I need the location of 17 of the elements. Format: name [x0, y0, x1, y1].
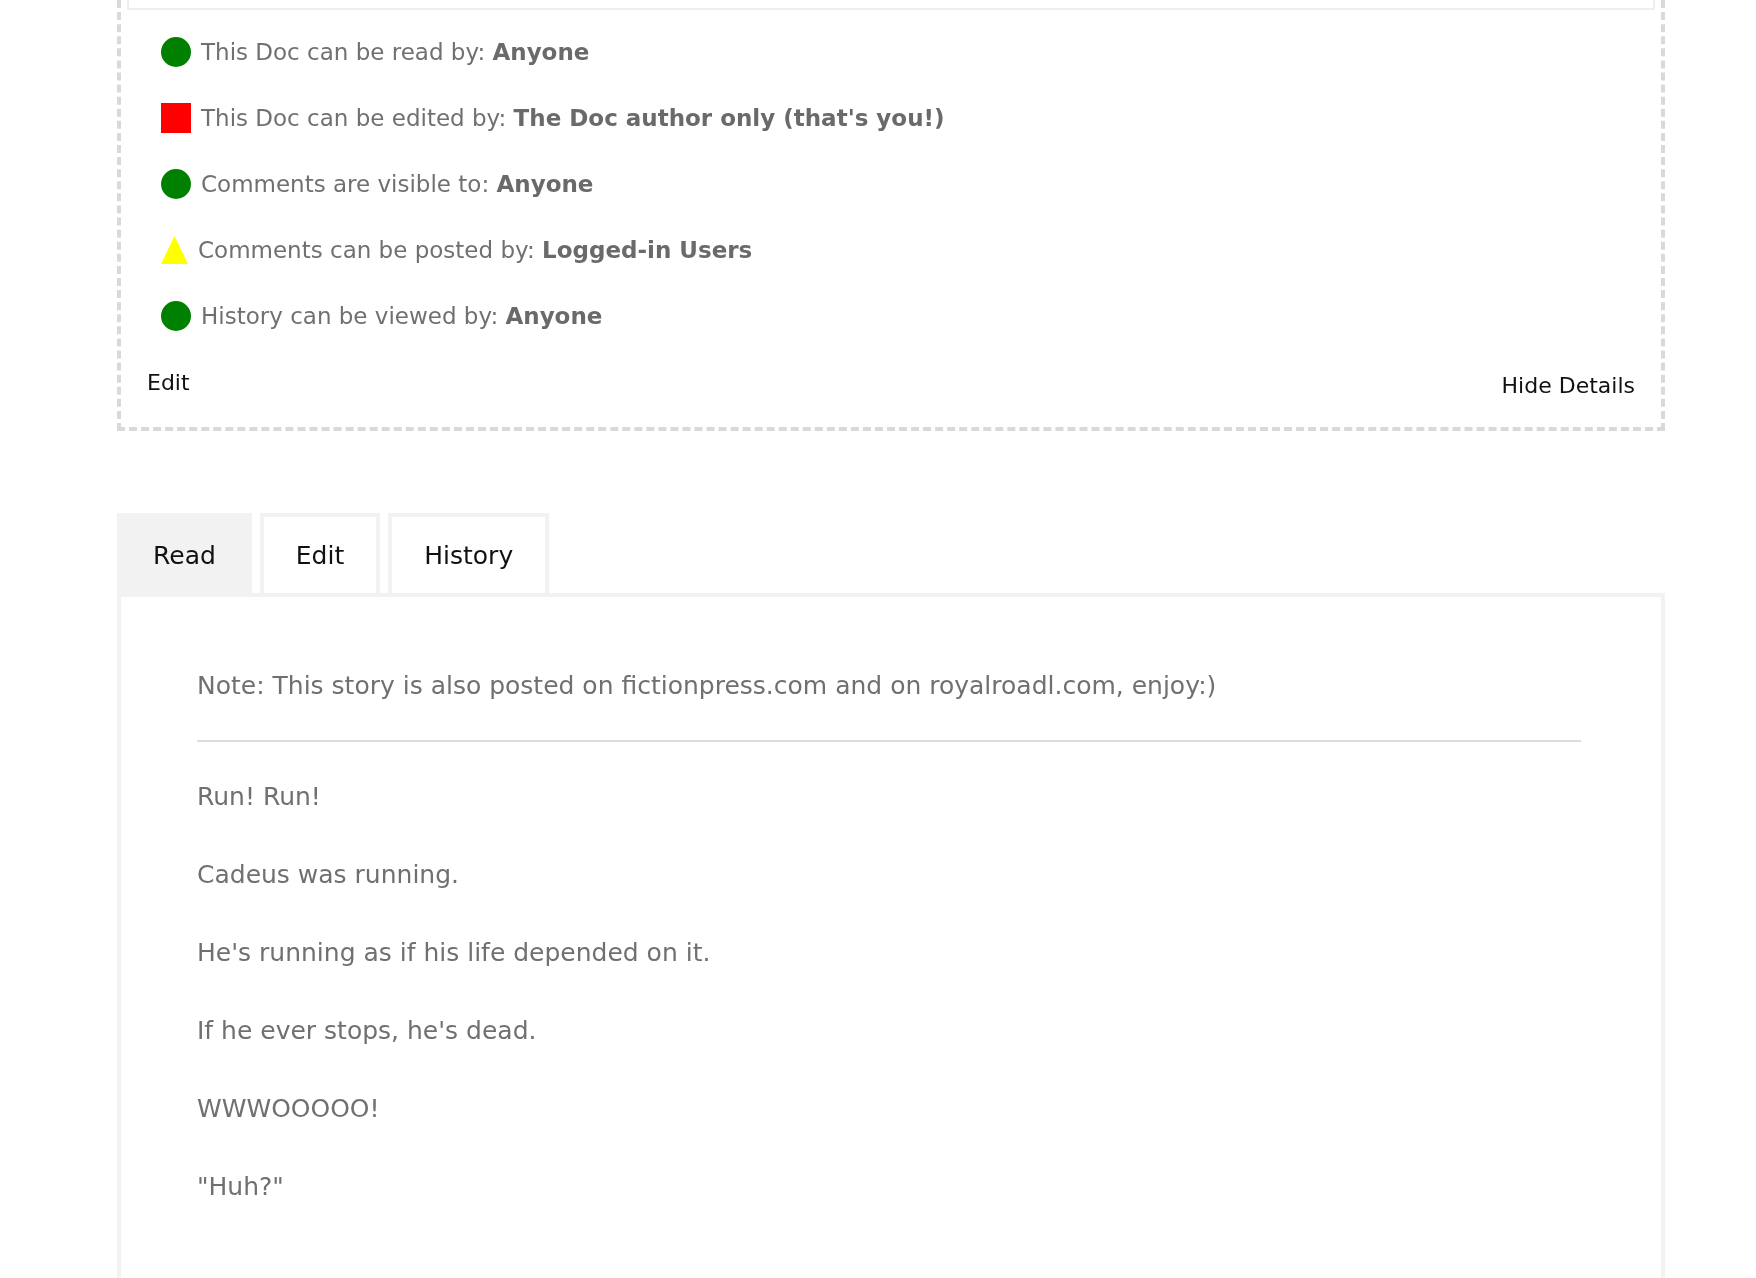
story-paragraph: "Huh?" — [197, 1171, 285, 1203]
permission-text: This Doc can be read by: Anyone — [201, 39, 590, 65]
permission-text: History can be viewed by: Anyone — [201, 303, 603, 329]
tab[interactable]: Read — [117, 513, 252, 593]
hide-details-link[interactable]: Hide Details — [1501, 372, 1635, 398]
edit-link[interactable]: Edit — [147, 369, 190, 395]
permission-text: This Doc can be edited by: The Doc author only (that's you!) — [201, 105, 945, 131]
permission-text: Comments can be posted by: Logged-in Users — [198, 237, 753, 263]
story-paragraph: He's running as if his life depended on it. — [197, 937, 712, 969]
story-paragraph: If he ever stops, he's dead. — [197, 1015, 538, 1047]
story-paragraph: Cadeus was running. — [197, 859, 460, 891]
note-text: Note: This story is also posted on fictionpress.com and on royalroadl.com, enjoy:) — [197, 671, 1218, 700]
tab[interactable]: Edit — [259, 513, 381, 593]
permission-text: Comments are visible to: Anyone — [201, 171, 594, 197]
story-paragraph: Run! Run! — [197, 781, 322, 813]
tab[interactable]: History — [388, 513, 550, 593]
story-paragraph: WWWOOOOO! — [197, 1093, 381, 1125]
